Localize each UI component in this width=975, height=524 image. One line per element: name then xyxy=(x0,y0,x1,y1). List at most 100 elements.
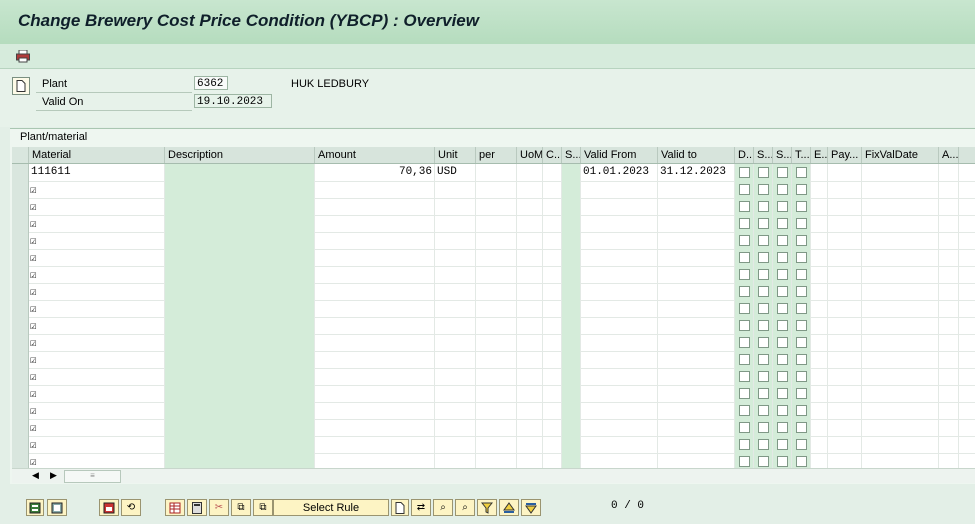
cell-amount[interactable] xyxy=(315,215,435,232)
cell-t[interactable] xyxy=(792,351,811,368)
cell-a[interactable] xyxy=(939,181,959,198)
cell-valid-to[interactable] xyxy=(658,181,735,198)
cell-e[interactable] xyxy=(811,266,828,283)
cell-d[interactable] xyxy=(735,164,754,181)
cell-t[interactable] xyxy=(792,181,811,198)
table-row[interactable]: ☑ xyxy=(12,334,975,352)
cell-pay[interactable] xyxy=(828,402,862,419)
cell-c[interactable] xyxy=(543,198,562,215)
cell-valid-from[interactable] xyxy=(581,249,658,266)
cell-a[interactable] xyxy=(939,283,959,300)
cell-description[interactable] xyxy=(165,317,315,334)
cell-t[interactable] xyxy=(792,385,811,402)
cell-sel[interactable] xyxy=(12,402,29,419)
table-row[interactable]: ☑ xyxy=(12,317,975,335)
cell-per[interactable] xyxy=(476,402,517,419)
cell-d[interactable] xyxy=(735,317,754,334)
cell-a[interactable] xyxy=(939,232,959,249)
cell-uom[interactable] xyxy=(517,436,543,453)
cell-fixvaldate[interactable] xyxy=(862,402,939,419)
cell-valid-to[interactable] xyxy=(658,249,735,266)
cell-s2[interactable] xyxy=(754,453,773,468)
cell-amount[interactable] xyxy=(315,300,435,317)
column-header-unit[interactable]: Unit xyxy=(435,147,476,163)
cell-d[interactable] xyxy=(735,385,754,402)
cell-s2[interactable] xyxy=(754,317,773,334)
checkbox[interactable] xyxy=(796,405,807,416)
cell-description[interactable] xyxy=(165,198,315,215)
cell-description[interactable] xyxy=(165,436,315,453)
cell-description[interactable] xyxy=(165,300,315,317)
cell-unit[interactable] xyxy=(435,283,476,300)
cell-amount[interactable] xyxy=(315,181,435,198)
cell-c[interactable] xyxy=(543,453,562,468)
checkbox[interactable] xyxy=(777,422,788,433)
cell-s[interactable] xyxy=(562,249,581,266)
cell-c[interactable] xyxy=(543,351,562,368)
cell-valid-from[interactable] xyxy=(581,283,658,300)
table-row[interactable]: ☑ xyxy=(12,351,975,369)
cell-unit[interactable] xyxy=(435,232,476,249)
cell-e[interactable] xyxy=(811,215,828,232)
column-header-material[interactable]: Material xyxy=(29,147,165,163)
cell-per[interactable] xyxy=(476,215,517,232)
table-row[interactable]: 111611 70,36 USD 01.01.2023 31.12.2023 xyxy=(12,164,975,182)
select-all-cell[interactable] xyxy=(12,147,29,163)
cell-c[interactable] xyxy=(543,317,562,334)
cell-valid-from[interactable] xyxy=(581,181,658,198)
cell-fixvaldate[interactable] xyxy=(862,164,939,181)
checkbox[interactable] xyxy=(796,269,807,280)
cell-c[interactable] xyxy=(543,300,562,317)
cell-description[interactable] xyxy=(165,419,315,436)
table-icon[interactable] xyxy=(165,499,185,516)
cell-a[interactable] xyxy=(939,266,959,283)
checkbox[interactable] xyxy=(739,422,750,433)
cell-sel[interactable] xyxy=(12,334,29,351)
cell-pay[interactable] xyxy=(828,266,862,283)
cell-s[interactable] xyxy=(562,351,581,368)
cell-material[interactable]: 111611 xyxy=(29,164,165,181)
cell-d[interactable] xyxy=(735,419,754,436)
cell-s3[interactable] xyxy=(773,266,792,283)
checkbox[interactable] xyxy=(758,201,769,212)
select-rule-button[interactable]: Select Rule xyxy=(273,499,389,516)
cell-per[interactable] xyxy=(476,453,517,468)
cell-s2[interactable] xyxy=(754,164,773,181)
cell-sel[interactable] xyxy=(12,300,29,317)
cell-e[interactable] xyxy=(811,232,828,249)
cell-s3[interactable] xyxy=(773,164,792,181)
cell-t[interactable] xyxy=(792,334,811,351)
cell-valid-from[interactable] xyxy=(581,453,658,468)
cell-a[interactable] xyxy=(939,419,959,436)
checkbox[interactable] xyxy=(739,235,750,246)
cell-pay[interactable] xyxy=(828,215,862,232)
cell-material[interactable]: ☑ xyxy=(29,249,165,266)
cell-pay[interactable] xyxy=(828,232,862,249)
checkbox[interactable] xyxy=(796,422,807,433)
cell-uom[interactable] xyxy=(517,385,543,402)
cell-d[interactable] xyxy=(735,283,754,300)
cell-s2[interactable] xyxy=(754,402,773,419)
column-header-a[interactable]: A... xyxy=(939,147,959,163)
cell-fixvaldate[interactable] xyxy=(862,215,939,232)
cell-description[interactable] xyxy=(165,266,315,283)
cell-uom[interactable] xyxy=(517,317,543,334)
cell-per[interactable] xyxy=(476,351,517,368)
cell-s[interactable] xyxy=(562,283,581,300)
checkbox[interactable] xyxy=(796,184,807,195)
cell-e[interactable] xyxy=(811,164,828,181)
checkbox[interactable] xyxy=(796,252,807,263)
column-header-valid-to[interactable]: Valid to xyxy=(658,147,735,163)
cell-e[interactable] xyxy=(811,181,828,198)
cell-s2[interactable] xyxy=(754,181,773,198)
column-header-e[interactable]: E... xyxy=(811,147,828,163)
cell-s3[interactable] xyxy=(773,334,792,351)
column-header-pay[interactable]: Pay... xyxy=(828,147,862,163)
cell-d[interactable] xyxy=(735,402,754,419)
cell-unit[interactable] xyxy=(435,419,476,436)
cell-s3[interactable] xyxy=(773,436,792,453)
cell-s2[interactable] xyxy=(754,351,773,368)
checkbox[interactable] xyxy=(777,303,788,314)
cell-c[interactable] xyxy=(543,249,562,266)
cell-s2[interactable] xyxy=(754,232,773,249)
